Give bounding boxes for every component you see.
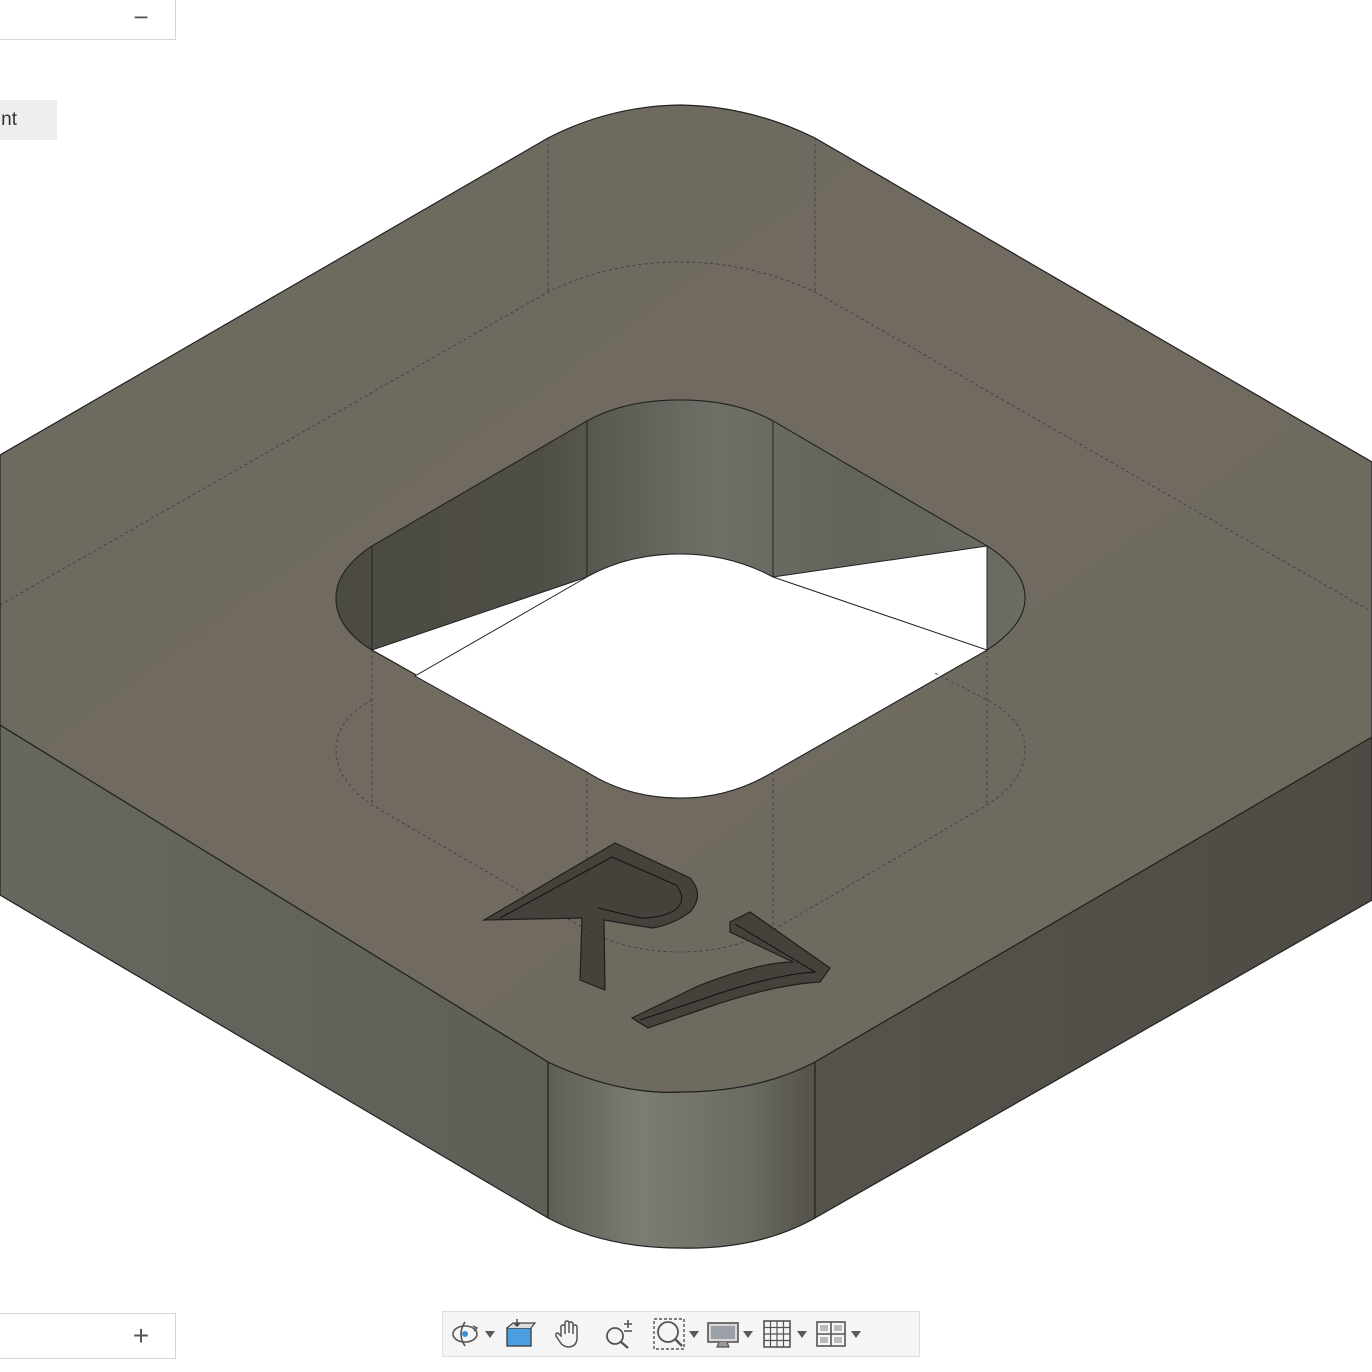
fit-button[interactable] [651, 1314, 705, 1354]
orbit-button[interactable] [447, 1314, 501, 1354]
comments-panel-header: + [0, 1313, 176, 1359]
display-monitor-icon [707, 1322, 739, 1348]
viewports-button[interactable] [813, 1314, 867, 1354]
fit-menu-caret[interactable] [689, 1330, 699, 1338]
collapse-panel-button[interactable]: − [129, 3, 153, 31]
zoom-button[interactable] [601, 1314, 637, 1354]
orbit-menu-caret[interactable] [485, 1330, 495, 1338]
component-label-text: nt [1, 109, 17, 130]
plate-body[interactable] [0, 104, 1372, 1249]
pan-button[interactable] [551, 1314, 587, 1354]
expand-icon: + [132, 1320, 150, 1351]
orbit-icon [452, 1321, 479, 1347]
model-viewport[interactable]: R7 [0, 0, 1372, 1372]
viewports-menu-caret[interactable] [851, 1330, 861, 1338]
look-at-icon [506, 1319, 537, 1347]
component-label-chip[interactable]: nt [0, 100, 57, 140]
zoom-icon [606, 1320, 632, 1349]
display-settings-button[interactable] [705, 1314, 759, 1354]
display-settings-menu-caret[interactable] [743, 1330, 753, 1338]
browser-panel-header: − [0, 0, 176, 40]
viewports-icon [816, 1321, 846, 1347]
grid-icon [763, 1320, 791, 1348]
fit-window-icon [653, 1318, 685, 1350]
collapse-icon: − [133, 2, 149, 32]
look-at-button[interactable] [501, 1314, 537, 1354]
pan-hand-icon [555, 1320, 578, 1348]
grid-snaps-button[interactable] [759, 1314, 813, 1354]
navigation-toolbar [442, 1311, 920, 1357]
expand-panel-button[interactable]: + [129, 1322, 153, 1350]
grid-snaps-menu-caret[interactable] [797, 1330, 807, 1338]
